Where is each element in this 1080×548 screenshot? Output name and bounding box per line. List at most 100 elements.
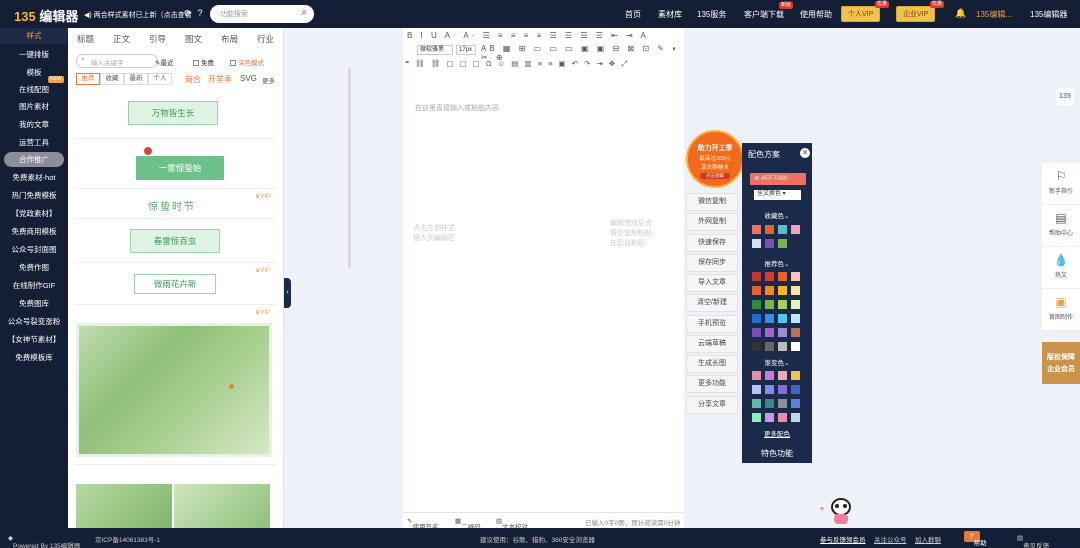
color-swatch[interactable] [752,300,761,309]
join-group-link[interactable]: 加入群聊 [915,534,941,544]
color-swatch[interactable] [752,225,761,234]
filter-recommend[interactable]: 推荐 [76,73,100,85]
proofread-button[interactable]: ▤ 文本校对 [496,517,528,531]
import-article-button[interactable]: 导入文章 [686,274,738,292]
template-item[interactable]: ♛VIP [74,305,276,465]
icp-link[interactable]: 京ICP备14061383号-1 [95,534,160,544]
color-swatch[interactable] [791,272,800,281]
follow-account-link[interactable]: 关注公众号 [874,534,907,544]
tag-merge[interactable]: 商合 [185,74,201,85]
color-swatch[interactable] [778,371,787,380]
share-article-button[interactable]: 分享文章 [686,396,738,414]
template-item[interactable]: 惊蛰时节 ♛VIP [74,189,276,219]
close-icon[interactable]: × [800,148,810,158]
color-swatch[interactable] [791,413,800,422]
format-toolbar-row3[interactable]: ❝ ⛓ ⛓ ▢ ▢ ▢ Ω ☺ ▤ ▥ ≡ ≡ ▣ ↶ ↷ ⇥ ✥ ⤢ [405,59,629,69]
color-swatch[interactable] [765,225,774,234]
dark-mode-checkbox[interactable]: 深色模式 [230,57,264,67]
color-swatch[interactable] [752,371,761,380]
color-swatch[interactable] [791,342,800,351]
app-135-icon[interactable]: 135 [1056,88,1074,106]
panda-mascot[interactable]: ♥ [820,496,854,526]
filter-favorite[interactable]: 收藏 [100,73,124,85]
nav-style[interactable]: 样式 [0,28,68,44]
editor-placeholder[interactable]: 在这里直接输入或粘贴内容 [415,103,499,113]
color-swatch[interactable] [791,385,800,394]
color-swatch[interactable] [791,225,800,234]
cloud-draft-button[interactable]: 云端草稿 [686,335,738,353]
rail-hot-articles[interactable]: 💧 热文 [1042,247,1080,289]
more-colors-link[interactable]: 更多配色 [742,428,812,438]
tab-title[interactable]: 标题 [77,33,94,45]
nav-my-articles[interactable]: 我的文章 [0,119,68,130]
color-swatch[interactable] [778,314,787,323]
nav-download[interactable]: 客户端下载 [744,9,784,20]
color-swatch[interactable] [752,399,761,408]
color-swatch[interactable] [778,225,787,234]
color-swatch[interactable] [752,314,761,323]
color-swatch[interactable] [765,286,774,295]
rail-help-center[interactable]: ▤ 帮助中心 [1042,205,1080,247]
color-swatch[interactable] [778,413,787,422]
color-mode-select[interactable]: 全文换色 ▾ [754,190,801,200]
special-features-label[interactable]: 特色功能 [742,448,812,459]
nav-free-library[interactable]: 免费模板库 [0,352,68,363]
nav-help[interactable]: 使用帮助 [800,9,832,20]
color-swatch[interactable] [778,385,787,394]
color-swatch[interactable] [752,342,761,351]
color-swatch[interactable] [765,272,774,281]
nav-gif[interactable]: 在线制作GIF [0,280,68,291]
nav-women-day[interactable]: 【女神节素材】 [0,334,68,345]
recent-filter[interactable]: ✎最近 [155,57,173,67]
color-swatch[interactable] [778,399,787,408]
color-swatch[interactable] [791,314,800,323]
font-select[interactable]: 微软雅黑 [417,45,453,55]
bell-icon[interactable]: 🔔 [955,8,966,18]
color-swatch[interactable] [752,286,761,295]
help-button[interactable]: ? 帮助 [964,531,987,547]
qrcode-button[interactable]: ▦ 二维码 [455,517,481,531]
rail-cover-image[interactable]: ▣ 首图制作 [1042,289,1080,331]
clear-new-button[interactable]: 清空/新建 [686,294,738,312]
brand-link[interactable]: 135编辑器 [1030,9,1067,20]
tag-svg[interactable]: SVG [240,74,257,83]
scrollbar[interactable] [348,68,351,268]
color-swatch[interactable] [752,328,761,337]
rail-guide[interactable]: ⚐ 新手指引 [1042,163,1080,205]
color-swatch[interactable] [791,286,800,295]
tag-school[interactable]: 开学季 [208,74,232,85]
color-swatch[interactable] [752,272,761,281]
mobile-preview-button[interactable]: 手机预览 [686,315,738,333]
color-swatch[interactable] [778,239,787,248]
nav-free-design[interactable]: 免费作图 [0,262,68,273]
announcement[interactable]: ◀) 两合样式素材已上新（点击查看 [84,10,192,20]
long-image-button[interactable]: 生成长图 [686,355,738,373]
logo[interactable]: 135 编辑器 [14,6,78,25]
copyright-badge[interactable]: 版权保障 企业会员 [1042,342,1080,384]
template-item[interactable]: 微雨花卉新 ♛VIP [74,263,276,305]
tag-more[interactable]: 更多 [262,75,275,85]
nav-one-click[interactable]: 一键排版 [0,49,68,60]
save-sync-button[interactable]: 保存同步 [686,254,738,272]
filter-personal[interactable]: 个人 [148,73,172,85]
hex-color-input[interactable]: ⊕ #EF7060 [750,173,806,185]
nav-tools[interactable]: 运营工具 [0,137,68,148]
template-item[interactable] [74,478,276,528]
color-swatch[interactable] [752,385,761,394]
nav-online-image[interactable]: 在线配图 [0,84,68,95]
color-swatch[interactable] [778,286,787,295]
quick-save-button[interactable]: 快速保存 [686,234,738,252]
rec-colors-heading[interactable]: 推荐色⌄ [742,258,812,268]
refresh-icon[interactable]: ⟳ [183,8,193,18]
keyword-input[interactable]: ⌕ 输入关键字 [76,54,158,68]
tab-image-text[interactable]: 图文 [185,33,202,45]
color-swatch[interactable] [778,272,787,281]
nav-commercial[interactable]: 免费商用模板 [0,226,68,237]
nav-hot-templates[interactable]: 热门免费模板 [0,190,68,201]
color-swatch[interactable] [791,371,800,380]
promo-badge[interactable]: 助力开工季 最高送300元 京东购物卡 点击领取 [686,130,744,188]
color-swatch[interactable] [752,413,761,422]
color-swatch[interactable] [765,371,774,380]
search-icon[interactable]: ⌕ [301,7,307,18]
external-copy-button[interactable]: 外网复制 [686,213,738,231]
